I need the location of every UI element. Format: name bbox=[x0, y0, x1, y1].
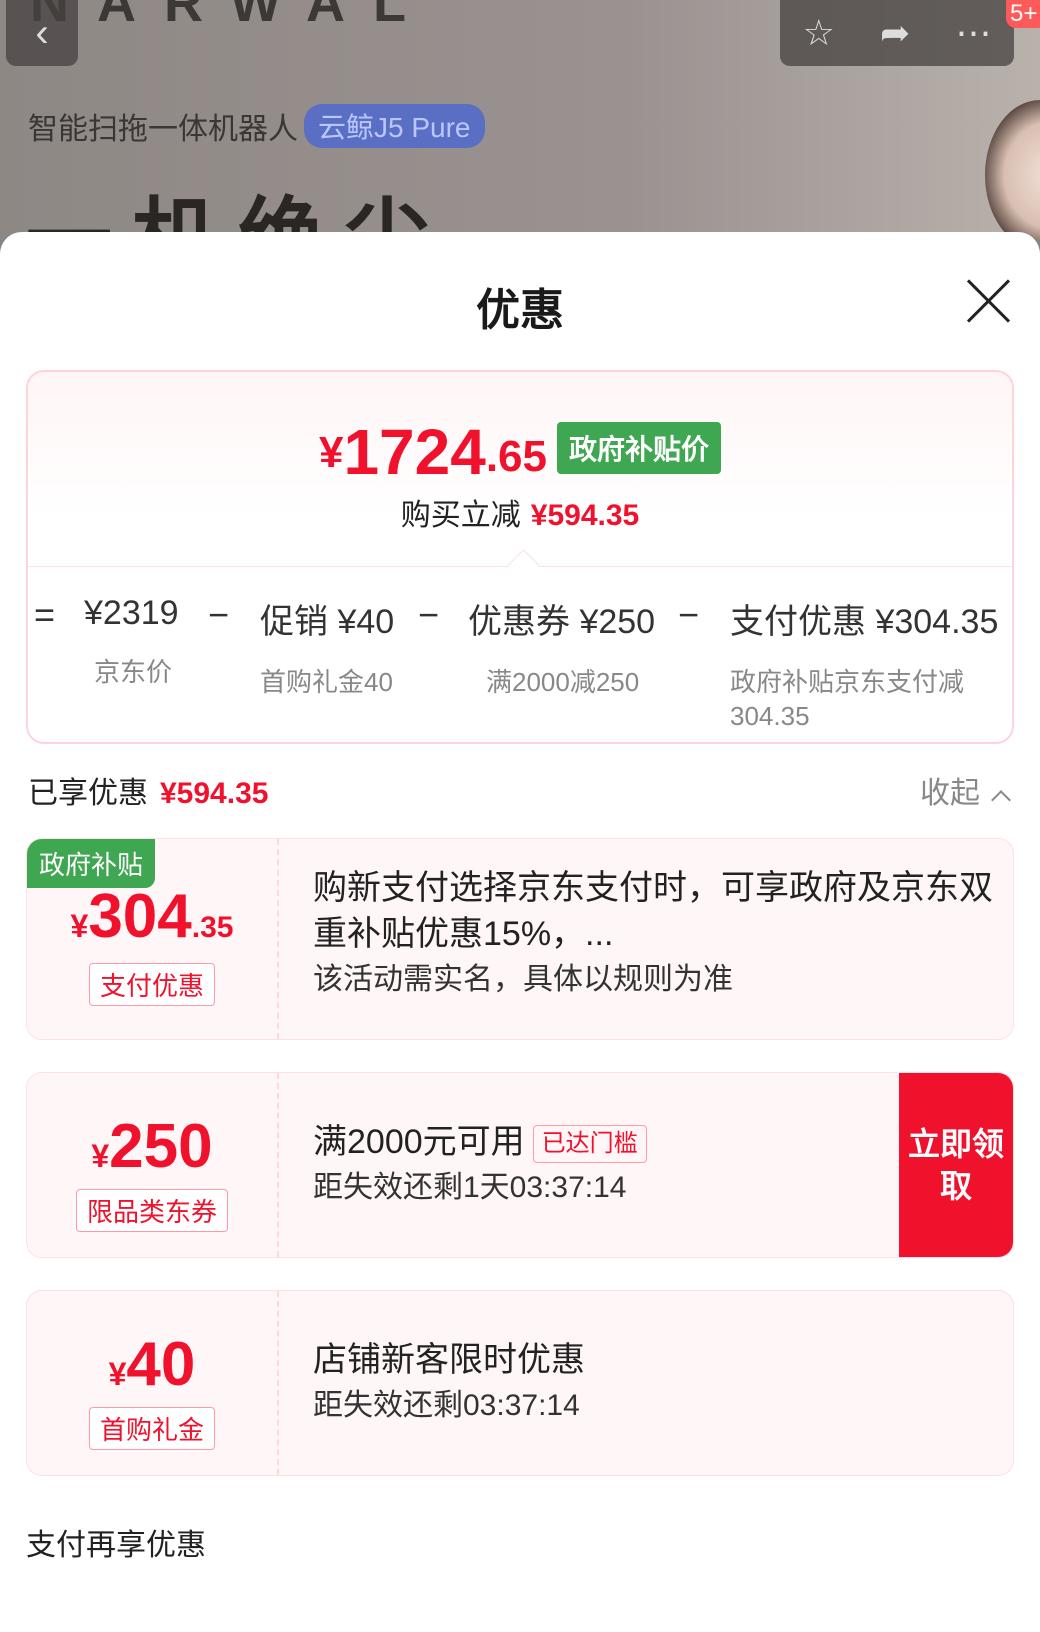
breakdown-sub: 首购礼金40 bbox=[260, 667, 393, 697]
enjoyed-amount: ¥594.35 bbox=[160, 777, 269, 810]
sheet-title: 优惠 bbox=[476, 286, 564, 335]
collapse-button[interactable]: 收起 bbox=[920, 768, 1011, 812]
reduction-label: 购买立减 bbox=[400, 499, 521, 532]
share-icon[interactable]: ➦ bbox=[880, 12, 910, 54]
amount-integer: 304 bbox=[88, 882, 192, 951]
breakdown-sub: 满2000减250 bbox=[486, 667, 640, 697]
breakdown-sub: 政府补贴京东支付减304.35 bbox=[730, 667, 965, 731]
coupon-description: 店铺新客限时优惠 距失效还剩03:37:14 bbox=[313, 1337, 993, 1429]
more-icon[interactable]: ⋯ bbox=[955, 12, 991, 54]
coupon-type-tag: 限品类东券 bbox=[75, 1189, 229, 1232]
chevron-up-icon bbox=[991, 790, 1011, 810]
coupon-amount: ¥250 bbox=[27, 1111, 277, 1182]
gov-subsidy-price-tag: 政府补贴价 bbox=[557, 422, 722, 474]
product-line: 智能扫拖一体机器人 云鲸J5 Pure bbox=[28, 104, 485, 148]
currency-symbol: ¥ bbox=[70, 908, 89, 944]
coupon-type-tag: 支付优惠 bbox=[88, 963, 216, 1006]
top-actions: ☆ ➦ ⋯ bbox=[780, 0, 1014, 66]
coupon-amount: ¥304.35 bbox=[27, 881, 277, 952]
breakdown-sub: 京东价 bbox=[94, 657, 173, 687]
breakdown-value: ¥2319 bbox=[84, 594, 179, 632]
coupon-amount-panel: ¥250 限品类东券 bbox=[27, 1073, 279, 1257]
breakdown-item-payment: 支付优惠 ¥304.35 政府补贴京东支付减304.35 bbox=[730, 594, 999, 733]
currency-symbol: ¥ bbox=[91, 1138, 110, 1174]
slogan: 一机绝尘 bbox=[26, 191, 450, 240]
breakdown-value: 优惠券 ¥250 bbox=[468, 603, 656, 641]
minus-sign: − bbox=[208, 594, 230, 635]
coupon-description: 购新支付选择京东支付时，可享政府及京东双重补贴优惠15%，... 该活动需实名，… bbox=[313, 865, 993, 1003]
coupon-title: 满2000元可用 bbox=[313, 1123, 525, 1161]
coupon-description: 满2000元可用 已达门槛 距失效还剩1天03:37:14 bbox=[313, 1119, 883, 1211]
enjoyed-label: 已享优惠 bbox=[28, 777, 148, 810]
amount-integer: 40 bbox=[126, 1330, 196, 1399]
instant-reduction: 购买立减 ¥594.35 bbox=[28, 490, 1012, 534]
coupon-note: 该活动需实名，具体以规则为准 bbox=[313, 963, 733, 996]
enjoyed-discount: 已享优惠 ¥594.35 bbox=[28, 768, 268, 812]
close-icon[interactable] bbox=[964, 276, 1014, 326]
message-badge: 5+ bbox=[1006, 0, 1040, 28]
model-pill: 云鲸J5 Pure bbox=[304, 104, 485, 148]
breakdown-value: 促销 ¥40 bbox=[260, 603, 395, 641]
pay-again-heading: 支付再享优惠 bbox=[26, 1529, 206, 1562]
currency-symbol: ¥ bbox=[108, 1356, 127, 1392]
coupon-expiry: 距失效还剩03:37:14 bbox=[313, 1389, 580, 1422]
coupon-title[interactable]: 购新支付选择京东支付时，可享政府及京东双重补贴优惠15%，... bbox=[313, 865, 993, 957]
breakdown-value: 支付优惠 ¥304.35 bbox=[730, 603, 999, 641]
brand-logo: NARWAL bbox=[30, 0, 434, 33]
coupon-amount: ¥40 bbox=[27, 1329, 277, 1400]
back-button[interactable]: ‹ bbox=[6, 0, 78, 66]
price-summary: ¥ 1724 .65 政府补贴价 购买立减 ¥594.35 = ¥2319 京东价… bbox=[26, 370, 1014, 744]
equals-sign: = bbox=[34, 594, 56, 635]
coupon-payment-subsidy: ¥304.35 支付优惠 政府补贴 购新支付选择京东支付时，可享政府及京东双重补… bbox=[26, 838, 1014, 1040]
threshold-badge: 已达门槛 bbox=[532, 1125, 647, 1164]
currency-symbol: ¥ bbox=[318, 428, 344, 477]
coupon-title-row: 满2000元可用 已达门槛 bbox=[313, 1119, 883, 1165]
claim-button[interactable]: 立即领取 bbox=[899, 1073, 1013, 1257]
product-line-text: 智能扫拖一体机器人 bbox=[28, 113, 298, 146]
price-integer: 1724 bbox=[343, 416, 486, 488]
amount-decimal: .35 bbox=[191, 911, 234, 944]
coupon-amount-panel: ¥40 首购礼金 bbox=[27, 1291, 279, 1475]
collapse-label: 收起 bbox=[920, 777, 980, 810]
reduction-amount: ¥594.35 bbox=[530, 499, 640, 532]
coupon-type-tag: 首购礼金 bbox=[88, 1407, 216, 1450]
minus-sign: − bbox=[418, 594, 440, 635]
chevron-left-icon: ‹ bbox=[35, 10, 49, 55]
gov-subsidy-corner-tag: 政府补贴 bbox=[27, 839, 156, 888]
coupon-first-purchase: ¥40 首购礼金 店铺新客限时优惠 距失效还剩03:37:14 bbox=[26, 1290, 1014, 1476]
final-price: ¥ 1724 .65 政府补贴价 bbox=[28, 420, 1012, 484]
coupon-expiry: 距失效还剩1天03:37:14 bbox=[313, 1171, 627, 1204]
minus-sign: − bbox=[678, 594, 700, 635]
coupon-title: 店铺新客限时优惠 bbox=[313, 1341, 585, 1379]
coupon-category: ¥250 限品类东券 满2000元可用 已达门槛 距失效还剩1天03:37:14 … bbox=[26, 1072, 1014, 1258]
amount-integer: 250 bbox=[109, 1112, 213, 1181]
pointer-arrow bbox=[507, 549, 540, 582]
model-photo bbox=[985, 100, 1040, 240]
price-decimal: .65 bbox=[485, 432, 547, 481]
favorite-star-icon[interactable]: ☆ bbox=[803, 12, 835, 54]
breakdown-item-jd-price: ¥2319 京东价 bbox=[84, 594, 179, 689]
discount-sheet: 优惠 ¥ 1724 .65 政府补贴价 购买立减 ¥594.35 = ¥2319 … bbox=[0, 232, 1040, 1632]
breakdown-item-promotion: 促销 ¥40 首购礼金40 bbox=[260, 594, 394, 699]
breakdown-item-coupon: 优惠券 ¥250 满2000减250 bbox=[468, 594, 655, 699]
